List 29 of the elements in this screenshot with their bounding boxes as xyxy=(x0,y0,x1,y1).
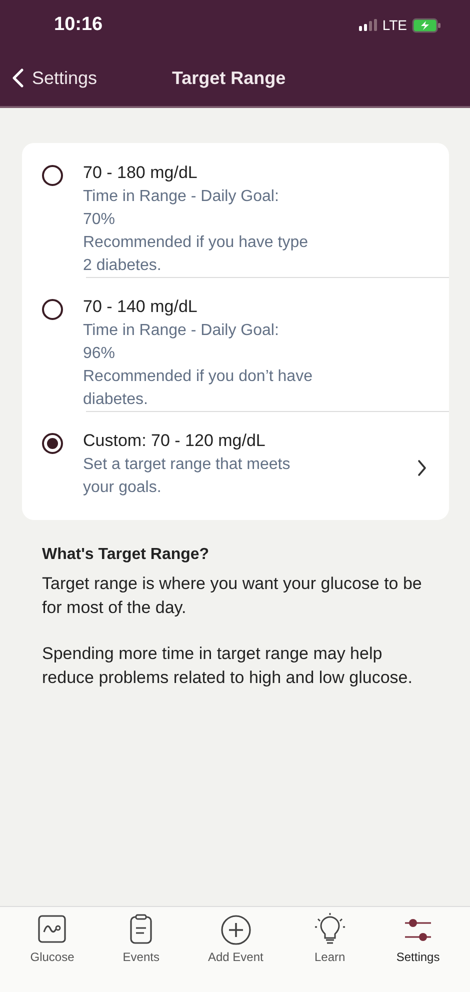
screen-title: Target Range xyxy=(172,68,286,88)
option-title: 70 - 180 mg/dL xyxy=(83,162,198,184)
battery-charging-icon xyxy=(412,18,442,32)
range-option[interactable]: 70 - 140 mg/dL Time in Range - Daily Goal: 96% Recommended if you don’t have diabetes. xyxy=(22,277,449,411)
option-description: Recommended if you have type 2 diabetes. xyxy=(83,233,310,276)
radio-button[interactable] xyxy=(42,299,63,320)
info-paragraph: Spending more time in target range may help reduce problems related to high and low glucose. xyxy=(42,643,414,689)
option-description: Time in Range - Daily Goal: 70% xyxy=(83,187,280,230)
back-chevron-icon xyxy=(12,68,24,88)
signal-icon xyxy=(359,19,378,31)
option-description: Recommended if you don’t have diabetes. xyxy=(83,367,314,410)
option-title: 70 - 140 mg/dL xyxy=(83,296,198,318)
range-option[interactable]: 70 - 180 mg/dL Time in Range - Daily Goal: 70% Recommended if you have type 2 diabetes. xyxy=(22,143,449,277)
back-button[interactable]: Settings xyxy=(12,68,172,88)
radio-button[interactable] xyxy=(42,165,63,186)
tab-item[interactable]: Events xyxy=(122,913,160,965)
network-label: LTE xyxy=(382,17,407,33)
status-time: 10:16 xyxy=(54,14,103,36)
info-paragraph: Target range is where you want your glucose to be for most of the day. xyxy=(42,573,422,619)
tab-item[interactable]: Glucose xyxy=(30,913,74,965)
radio-button[interactable] xyxy=(42,433,63,454)
tab-item[interactable]: Add Event xyxy=(208,913,264,965)
option-title: Custom: 70 - 120 mg/dL xyxy=(83,430,266,452)
option-description: Time in Range - Daily Goal: 96% xyxy=(83,321,280,364)
option-description: Set a target range that meets your goals. xyxy=(83,455,292,498)
range-option[interactable]: Custom: 70 - 120 mg/dL Set a target range that meets your goals. xyxy=(22,411,449,520)
tab-item[interactable]: Learn xyxy=(312,913,348,965)
info-heading: What's Target Range? xyxy=(42,546,210,564)
tab-item[interactable]: Settings xyxy=(396,913,440,965)
